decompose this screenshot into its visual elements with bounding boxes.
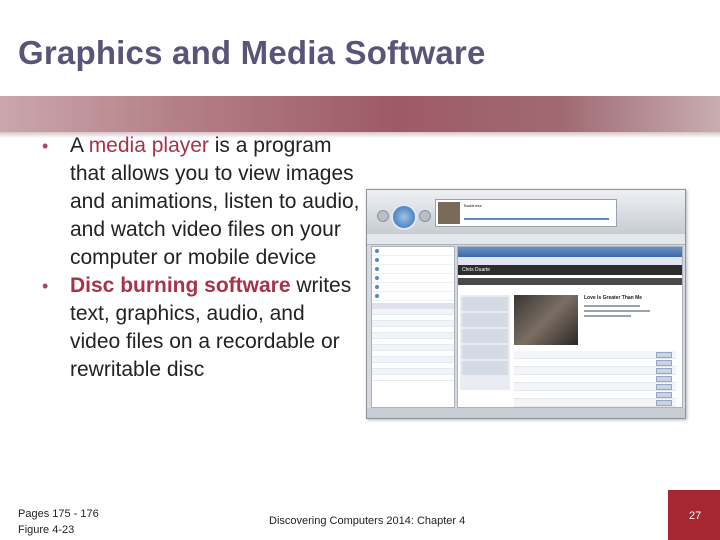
albums-header — [458, 278, 682, 285]
bullet-list: • A media player is a program that allows… — [30, 132, 360, 384]
music-guide-pane: Chris Duarte Love Is Greater Than Me — [457, 246, 683, 408]
album-heading: Love Is Greater Than Me — [584, 295, 643, 301]
now-playing-title: Baddness — [464, 203, 482, 208]
playlist-grid — [372, 309, 454, 381]
bullet-icon: • — [42, 276, 49, 296]
term-disc-burning-software: Disc burning software — [70, 274, 291, 297]
page-number: 27 — [689, 510, 702, 522]
bullet-icon: • — [42, 136, 49, 156]
media-player-screenshot: Baddness Chris Duarte Love Is Greater Th… — [366, 189, 686, 419]
progress-bar — [464, 218, 609, 220]
footer-reference: Pages 175 - 176 Figure 4-23 — [18, 506, 99, 538]
player-toolbar — [367, 234, 685, 245]
previous-icon — [377, 210, 389, 222]
source-item — [372, 265, 454, 274]
slide-title: Graphics and Media Software — [18, 34, 486, 71]
status-bar — [367, 408, 685, 418]
bullet-media-player: • A media player is a program that allows… — [30, 132, 360, 272]
term-media-player: media player — [88, 134, 209, 157]
album-info: Love Is Greater Than Me — [584, 295, 678, 320]
album-cover — [514, 295, 578, 345]
next-icon — [419, 210, 431, 222]
guide-header — [458, 247, 682, 257]
footer-pages: Pages 175 - 176 — [18, 508, 99, 520]
related-albums — [460, 295, 510, 390]
source-item — [372, 247, 454, 256]
sources-pane — [371, 246, 455, 408]
player-controls-bar: Baddness — [367, 190, 685, 234]
guide-breadcrumb — [458, 257, 682, 265]
source-item — [372, 274, 454, 283]
source-item — [372, 292, 454, 301]
bullet-disc-burning: • Disc burning software writes text, grap… — [30, 272, 360, 384]
bullet-prefix: A — [70, 134, 89, 157]
footer-course: Discovering Computers 2014: Chapter 4 — [269, 515, 466, 527]
artist-title: Chris Duarte — [458, 265, 682, 275]
now-playing-panel: Baddness — [435, 199, 617, 227]
track-list — [514, 351, 676, 407]
source-item — [372, 256, 454, 265]
play-icon — [391, 204, 417, 230]
page-number-box: 27 — [668, 490, 720, 540]
source-item — [372, 283, 454, 292]
now-playing-album-art — [438, 202, 460, 224]
footer-figure: Figure 4-23 — [18, 524, 75, 536]
title-band — [0, 96, 720, 132]
